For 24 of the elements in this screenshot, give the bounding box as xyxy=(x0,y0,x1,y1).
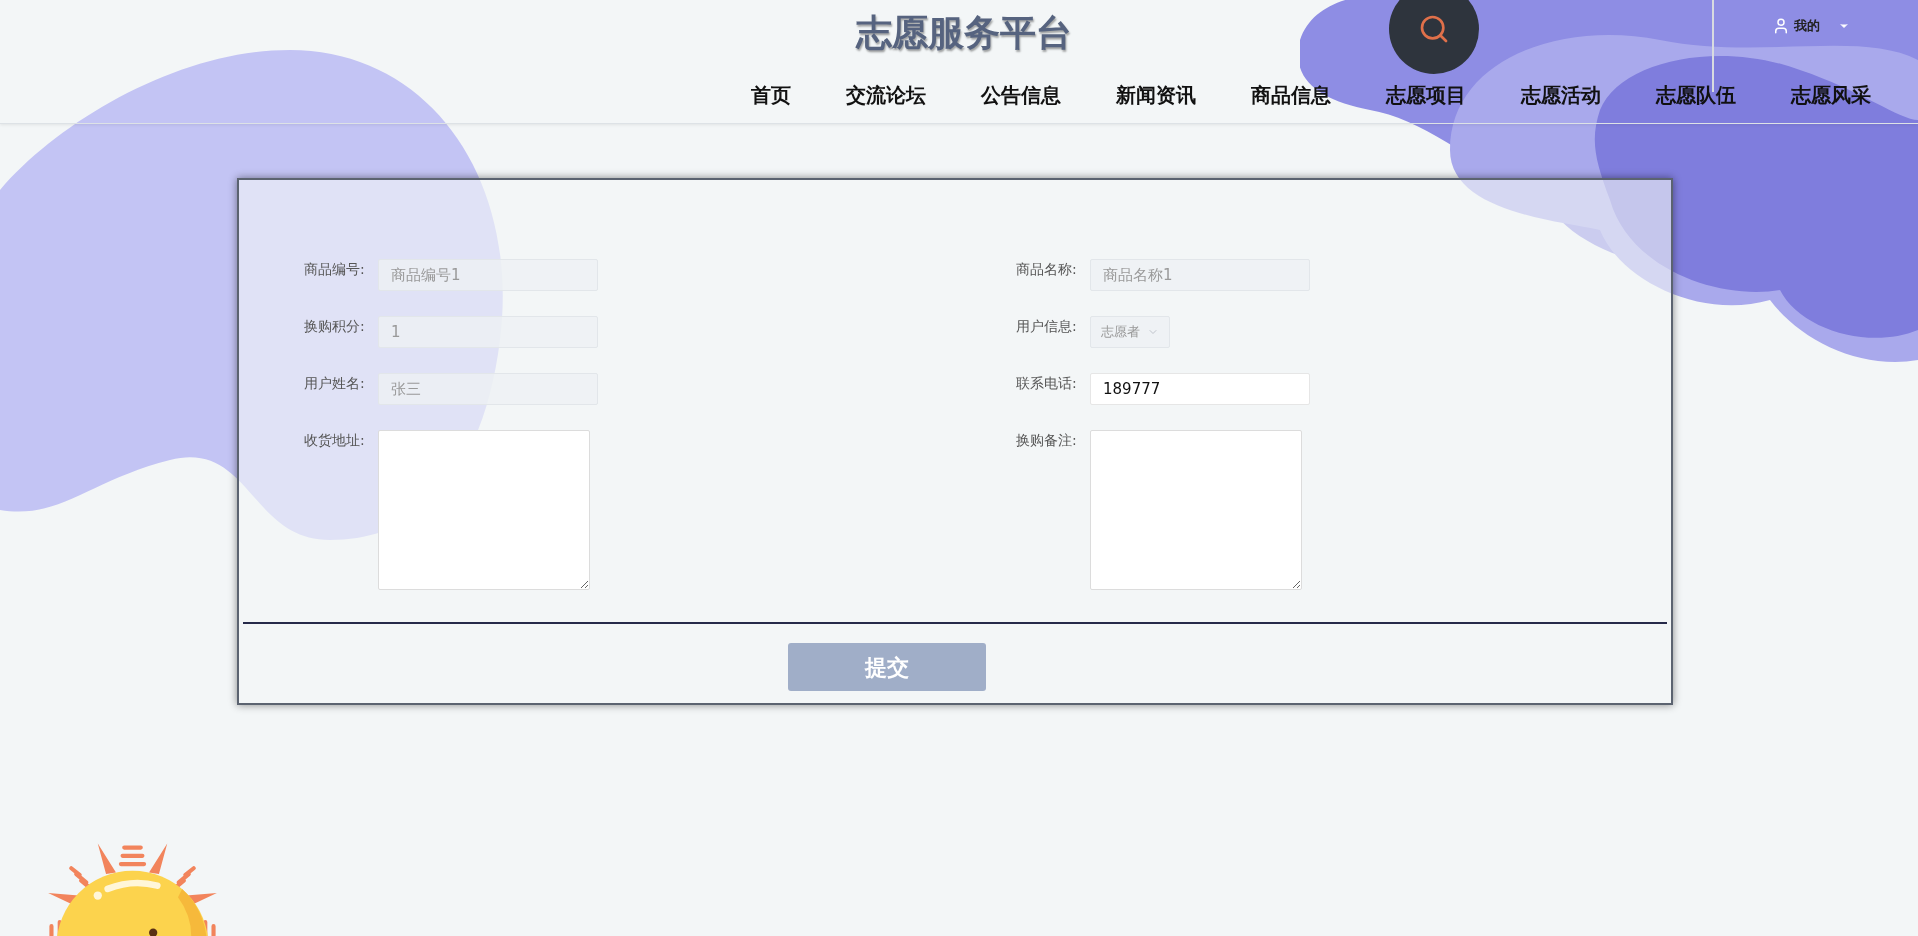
field-label: 收货地址: xyxy=(304,431,366,450)
field-label: 换购备注: xyxy=(1016,431,1078,450)
field-label: 商品名称: xyxy=(1016,260,1078,279)
field-label: 联系电话: xyxy=(1016,374,1078,393)
field-label: 商品编号: xyxy=(304,260,366,279)
search-icon xyxy=(1418,13,1450,45)
site-title: 志愿服务平台 xyxy=(856,11,1072,55)
nav-link[interactable]: 志愿活动 xyxy=(1521,80,1601,110)
user-icon xyxy=(1772,16,1790,35)
nav-link[interactable]: 交流论坛 xyxy=(846,80,926,110)
nav-link[interactable]: 公告信息 xyxy=(981,80,1061,110)
nav-link[interactable]: 商品信息 xyxy=(1251,80,1331,110)
field-label: 换购积分: xyxy=(304,317,366,336)
textarea-field[interactable] xyxy=(1090,430,1302,590)
nav-link[interactable]: 新闻资讯 xyxy=(1116,80,1196,110)
user-menu-button[interactable]: 我的 xyxy=(1772,16,1850,36)
nav-link[interactable]: 志愿风采 xyxy=(1791,80,1871,110)
textarea-field[interactable] xyxy=(378,430,590,590)
nav-link[interactable]: 志愿队伍 xyxy=(1656,80,1736,110)
text-input-field[interactable]: 189777 xyxy=(1090,373,1310,405)
field-label: 用户信息: xyxy=(1016,317,1078,336)
nav-link[interactable]: 首页 xyxy=(751,80,791,110)
nav-link[interactable]: 志愿项目 xyxy=(1386,80,1466,110)
field-label: 用户姓名: xyxy=(304,374,366,393)
